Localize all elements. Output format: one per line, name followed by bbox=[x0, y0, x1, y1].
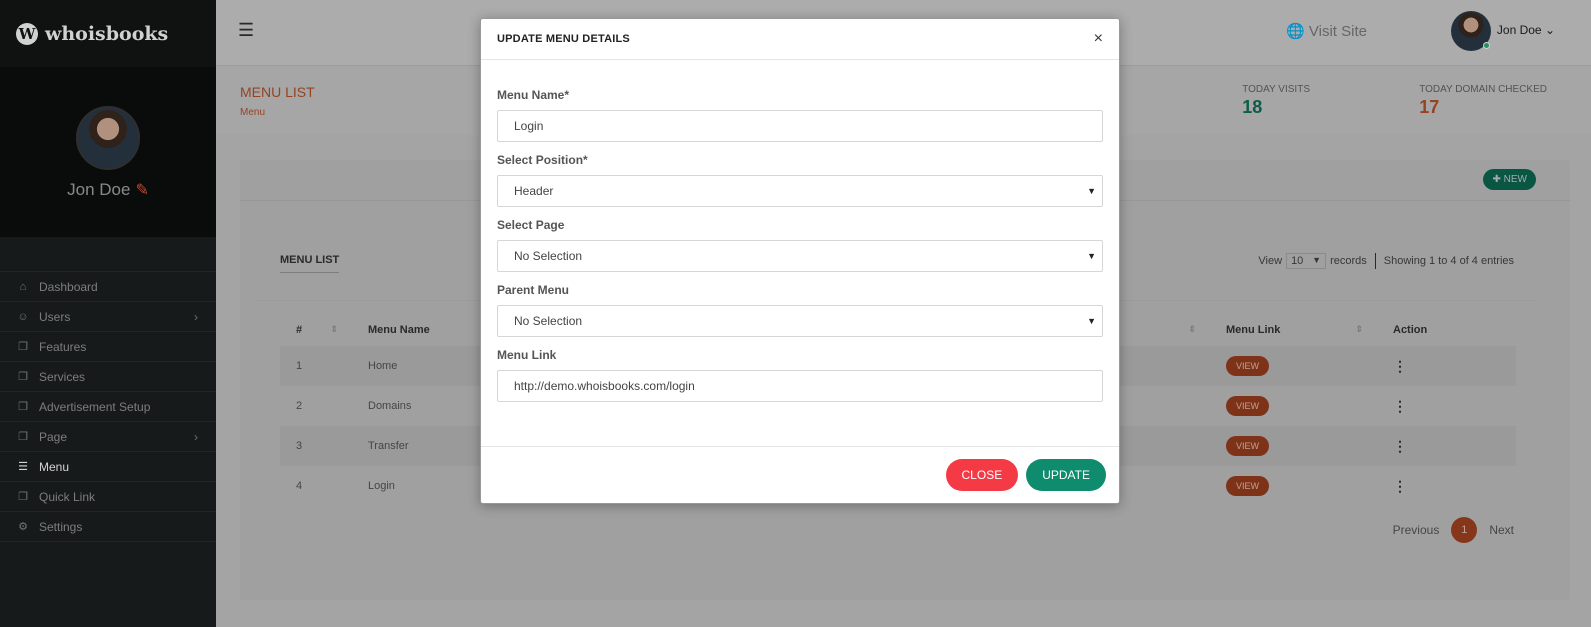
position-value: Header bbox=[514, 184, 554, 198]
menu-link-input[interactable]: http://demo.whoisbooks.com/login bbox=[497, 370, 1103, 402]
modal-body: Menu Name* Login Select Position* Header… bbox=[481, 60, 1119, 402]
close-icon[interactable]: × bbox=[1094, 30, 1103, 48]
menu-name-label: Menu Name* bbox=[497, 88, 570, 102]
menu-name-input[interactable]: Login bbox=[497, 110, 1103, 142]
menu-link-label: Menu Link bbox=[497, 348, 557, 362]
page-select[interactable]: No Selection ▼ bbox=[497, 240, 1103, 272]
modal-footer: CLOSE UPDATE bbox=[481, 446, 1119, 503]
menu-link-value: http://demo.whoisbooks.com/login bbox=[514, 379, 695, 393]
update-button[interactable]: UPDATE bbox=[1026, 459, 1106, 491]
modal-header: UPDATE MENU DETAILS × bbox=[481, 19, 1119, 60]
caret-down-icon: ▼ bbox=[1087, 316, 1096, 326]
modal-title: UPDATE MENU DETAILS bbox=[497, 33, 630, 45]
position-label: Select Position* bbox=[497, 153, 588, 167]
page-value: No Selection bbox=[514, 249, 583, 263]
parent-menu-value: No Selection bbox=[514, 314, 583, 328]
page-label: Select Page bbox=[497, 218, 565, 232]
caret-down-icon: ▼ bbox=[1087, 186, 1096, 196]
parent-menu-select[interactable]: No Selection ▼ bbox=[497, 305, 1103, 337]
close-button[interactable]: CLOSE bbox=[945, 459, 1019, 491]
parent-menu-label: Parent Menu bbox=[497, 283, 570, 297]
position-select[interactable]: Header ▼ bbox=[497, 175, 1103, 207]
update-menu-modal: UPDATE MENU DETAILS × Menu Name* Login S… bbox=[480, 18, 1120, 504]
caret-down-icon: ▼ bbox=[1087, 251, 1096, 261]
menu-name-value: Login bbox=[514, 119, 544, 133]
